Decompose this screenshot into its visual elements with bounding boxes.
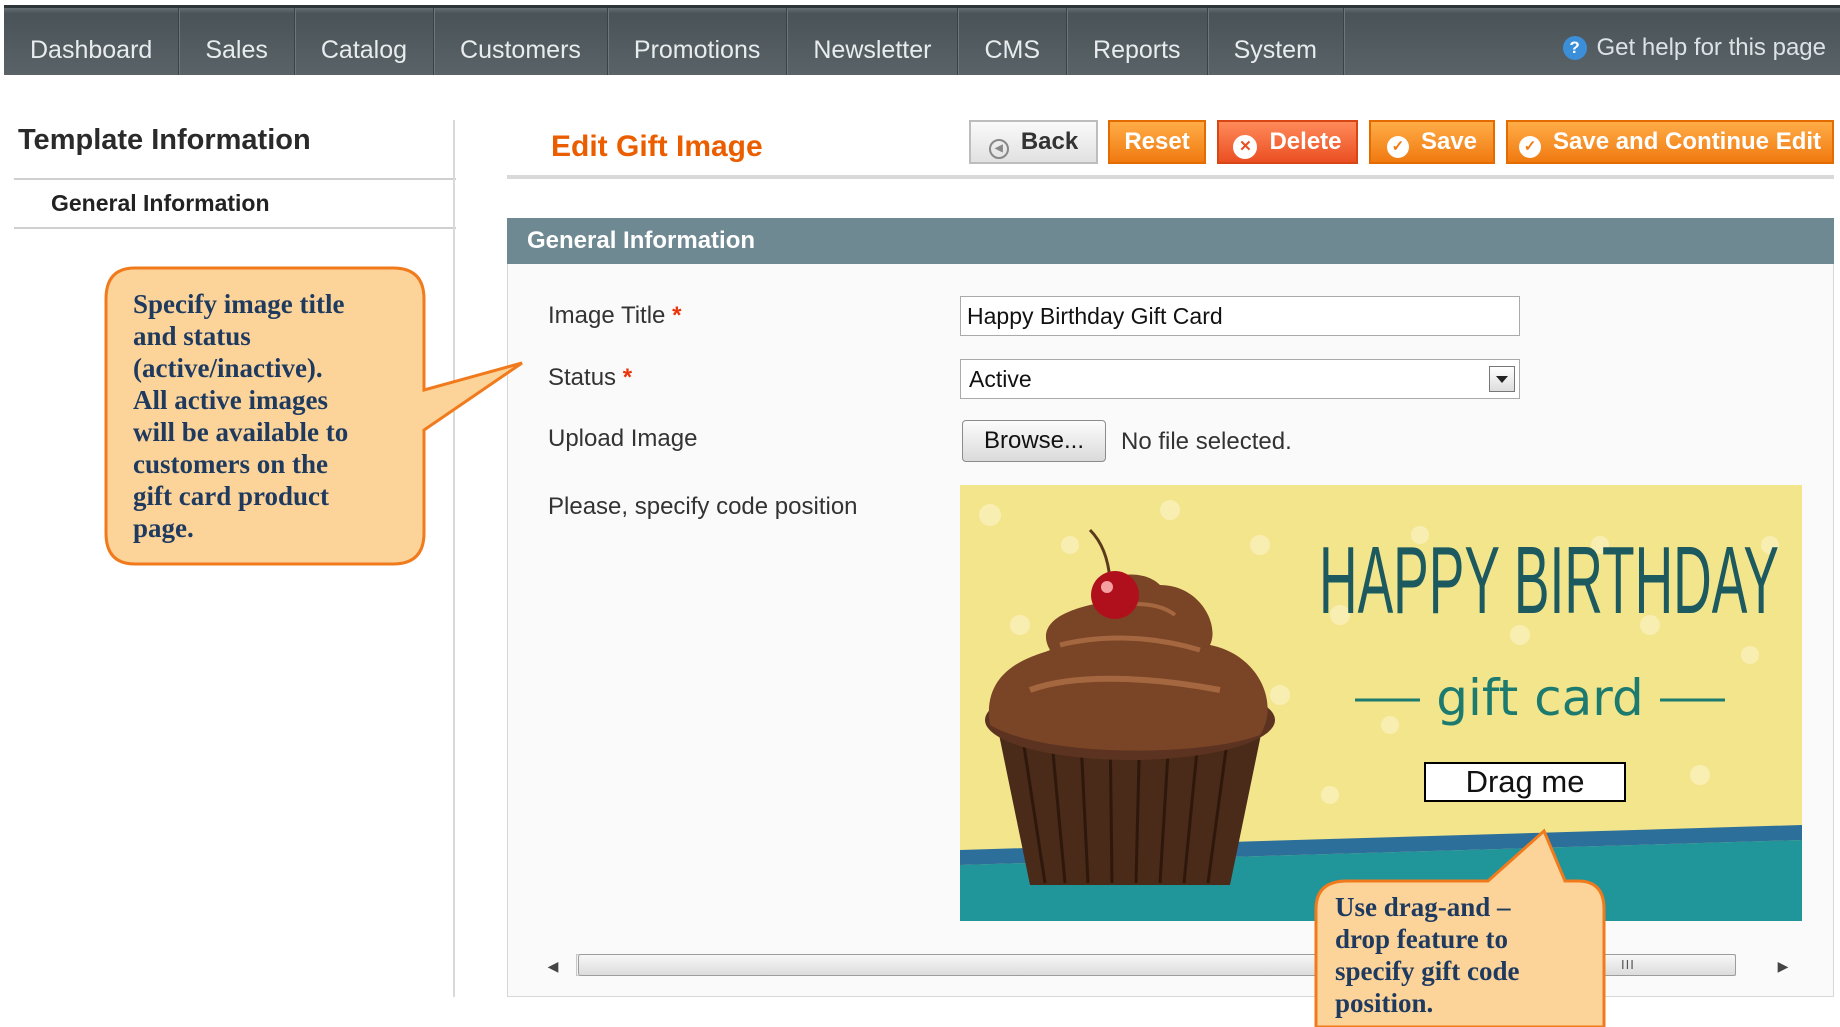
left-callout-line: (active/inactive). (133, 353, 323, 383)
left-callout-line: page. (133, 513, 194, 543)
left-callout-line: and status (133, 321, 251, 351)
left-callout-line: customers on the (133, 449, 328, 479)
bottom-callout-line: specify gift code (1335, 956, 1520, 986)
left-callout-line: All active images (133, 385, 328, 415)
left-callout-text: Specify image title and status (active/i… (133, 288, 348, 544)
bottom-callout-line: drop feature to (1335, 924, 1508, 954)
left-callout-line: will be available to (133, 417, 349, 447)
left-callout-line: Specify image title (133, 289, 345, 319)
bottom-callout-line: position. (1335, 988, 1434, 1018)
left-callout-line: gift card product (133, 481, 329, 511)
bottom-callout-line: Use drag-and – (1335, 892, 1511, 922)
bottom-callout-text: Use drag-and – drop feature to specify g… (1335, 891, 1519, 1019)
